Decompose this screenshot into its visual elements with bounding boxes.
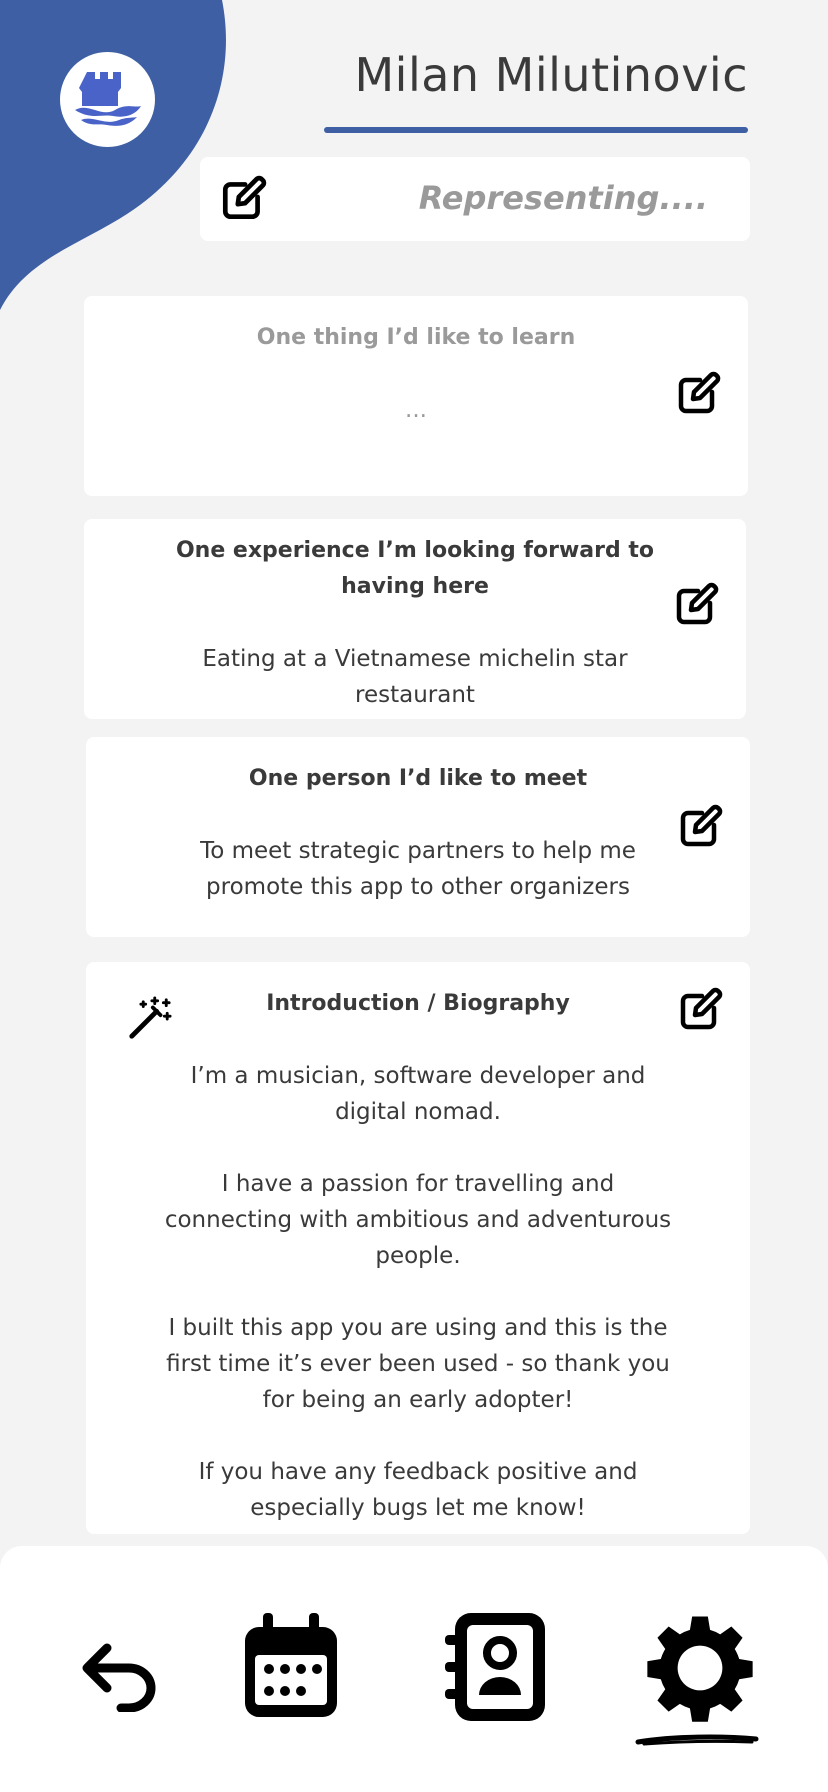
card-learn-body: ... <box>405 397 427 423</box>
magic-wand-icon[interactable] <box>126 996 172 1042</box>
edit-icon[interactable] <box>674 370 722 418</box>
edit-icon[interactable] <box>672 581 720 629</box>
settings-gear-icon <box>647 1616 753 1722</box>
card-person-body: To meet strategic partners to help me pr… <box>200 838 636 900</box>
card-person-title: One person I’d like to meet <box>248 766 588 791</box>
edit-icon[interactable] <box>676 986 724 1034</box>
bio-paragraph: I have a passion for travelling and conn… <box>164 1171 672 1269</box>
bio-paragraph: If you have any feedback positive and es… <box>198 1459 638 1521</box>
card-experience-body: Eating at a Vietnamese michelin star res… <box>202 646 628 708</box>
name-underline <box>324 127 748 133</box>
app-logo <box>60 52 155 147</box>
nav-contacts-button[interactable] <box>440 1610 552 1724</box>
card-learn-title: One thing I’d like to learn <box>256 325 576 350</box>
card-experience[interactable]: One experience I’m looking forward to ha… <box>84 519 746 719</box>
bottom-nav-bar <box>0 1546 828 1792</box>
nav-back-button[interactable] <box>70 1626 170 1726</box>
card-biography-title: Introduction / Biography <box>266 991 570 1016</box>
card-learn[interactable]: One thing I’d like to learn ... <box>84 296 748 496</box>
edit-icon[interactable] <box>218 174 268 224</box>
corner-blob-decoration <box>0 0 226 310</box>
nav-calendar-button[interactable] <box>236 1610 346 1724</box>
representing-placeholder: Representing.... <box>418 179 708 217</box>
bio-paragraph: I built this app you are using and this … <box>166 1315 670 1413</box>
card-person[interactable]: One person I’d like to meet To meet stra… <box>86 737 750 937</box>
card-biography[interactable]: Introduction / Biography I’m a musician,… <box>86 962 750 1534</box>
calendar-icon <box>245 1613 337 1717</box>
card-experience-title: One experience I’m looking forward to ha… <box>175 538 655 599</box>
nav-settings-button[interactable] <box>640 1608 760 1728</box>
castle-waves-logo-icon <box>74 71 141 126</box>
card-biography-body: I’m a musician, software developer and d… <box>156 1058 680 1526</box>
profile-name: Milan Milutinovic <box>354 48 748 102</box>
representing-field[interactable]: Representing.... <box>200 157 750 241</box>
contacts-book-icon <box>445 1613 545 1721</box>
edit-icon[interactable] <box>676 803 724 851</box>
bio-paragraph: I’m a musician, software developer and d… <box>190 1063 646 1125</box>
back-arrow-icon <box>82 1643 156 1712</box>
active-tab-underline <box>635 1734 759 1746</box>
